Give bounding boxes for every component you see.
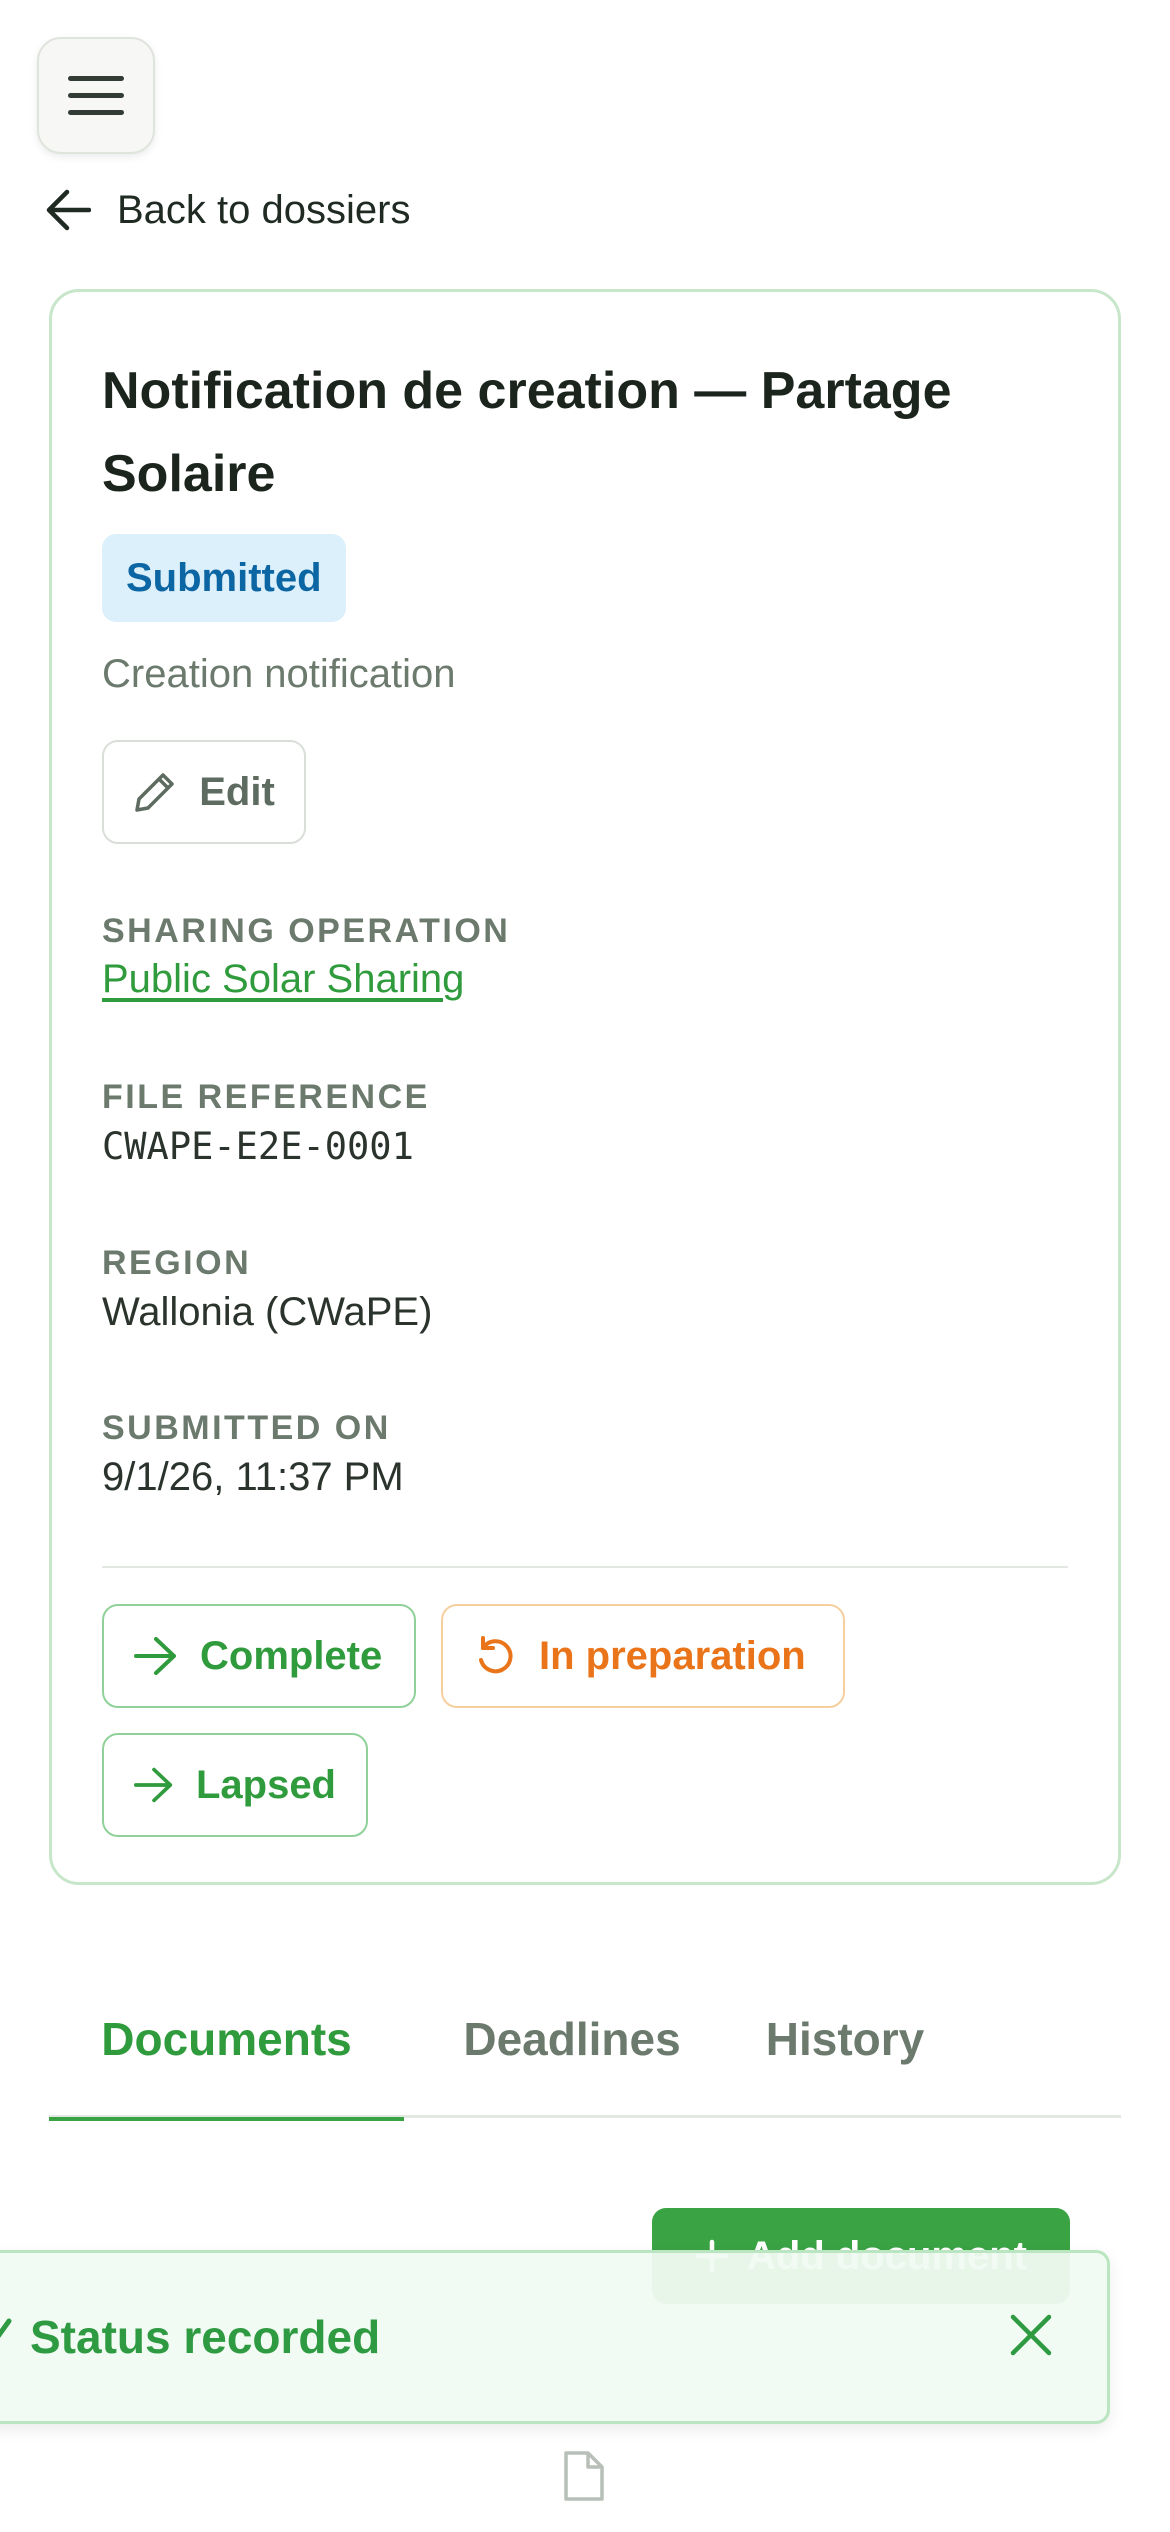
status-badge: Submitted (102, 534, 346, 622)
in-preparation-label: In preparation (539, 1633, 806, 1678)
toast-close-button[interactable] (991, 2295, 1071, 2375)
arrow-right-icon (134, 1637, 176, 1675)
submitted-on-label: SUBMITTED ON (102, 1409, 391, 1447)
pencil-icon (135, 773, 174, 812)
tab-documents[interactable]: Documents (49, 1960, 404, 2121)
back-link-label: Back to dossiers (117, 187, 411, 232)
region-value: Wallonia (CWaPE) (102, 1290, 433, 1334)
file-reference-value: CWAPE-E2E-0001 (102, 1125, 414, 1168)
rotate-ccw-icon (479, 1636, 513, 1674)
transition-complete-button[interactable]: Complete (102, 1604, 416, 1708)
close-icon (1010, 2314, 1052, 2356)
file-reference-label: FILE REFERENCE (102, 1078, 430, 1116)
arrow-left-icon (46, 189, 91, 231)
tab-deadlines[interactable]: Deadlines (452, 1960, 692, 2118)
tab-history[interactable]: History (739, 1960, 951, 2118)
complete-label: Complete (200, 1633, 383, 1678)
dossier-tabs: Documents Deadlines History (49, 1960, 1121, 2121)
sharing-operation-label: SHARING OPERATION (102, 912, 511, 950)
dossier-card: Notification de creation — Partage Solai… (49, 289, 1121, 1885)
transition-lapsed-button[interactable]: Lapsed (102, 1733, 368, 1837)
check-icon (0, 2318, 12, 2338)
dossier-type: Creation notification (102, 652, 456, 696)
card-divider (102, 1566, 1068, 1568)
edit-button-label: Edit (199, 769, 275, 814)
hamburger-menu-icon (68, 75, 124, 115)
lapsed-label: Lapsed (195, 1762, 336, 1807)
file-icon (564, 2451, 604, 2501)
edit-button[interactable]: Edit (102, 740, 306, 844)
dossier-title: Notification de creation — Partage Solai… (102, 362, 952, 503)
toast-message: Status recorded (30, 2311, 381, 2363)
status-toast: Status recorded (0, 2250, 1110, 2424)
back-to-dossiers-link[interactable]: Back to dossiers (45, 182, 410, 238)
transition-in-preparation-button[interactable]: In preparation (441, 1604, 845, 1708)
menu-button[interactable] (37, 37, 155, 154)
submitted-on-value: 9/1/26, 11:37 PM (102, 1455, 404, 1499)
sharing-operation-link[interactable]: Public Solar Sharing (102, 957, 464, 1002)
arrow-right-icon (134, 1767, 173, 1803)
region-label: REGION (102, 1244, 252, 1282)
